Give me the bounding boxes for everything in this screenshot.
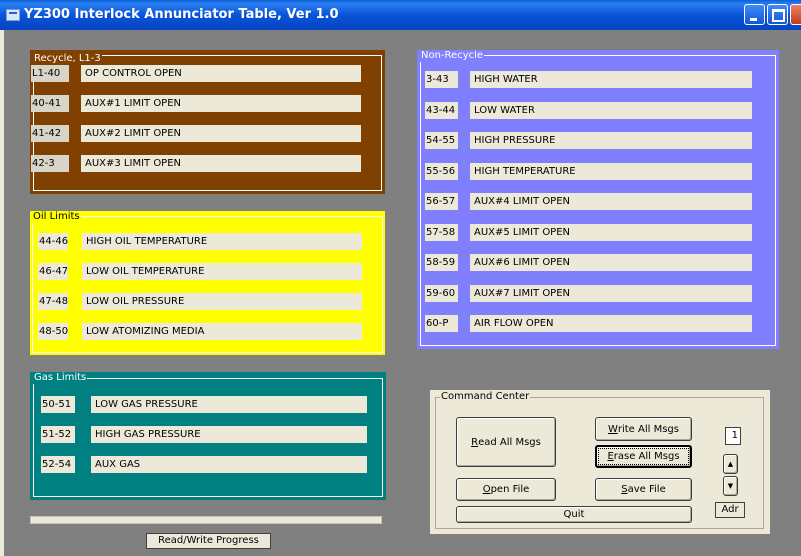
oil-row: 44-46 HIGH OIL TEMPERATURE (38, 233, 362, 250)
app-icon (6, 9, 20, 21)
gas-row: 51-52 HIGH GAS PRESSURE (41, 426, 367, 443)
interlock-terminal-label: 60-P (425, 315, 458, 332)
write-all-rest: rite All Msgs (617, 423, 679, 435)
read-all-rest: ead All Msgs (478, 436, 541, 448)
nonrecycle-row: 57-58 AUX#5 LIMIT OPEN (425, 223, 752, 241)
interlock-message-field[interactable]: HIGH TEMPERATURE (470, 162, 752, 180)
address-label: Adr (715, 502, 745, 518)
oil-row: 48-50 LOW ATOMIZING MEDIA (38, 323, 362, 340)
interlock-terminal-label: 46-47 (38, 263, 68, 280)
non-recycle-panel: Non-Recycle 3-43 HIGH WATER 43-44 LOW WATER… (417, 50, 779, 349)
interlock-terminal-label: 50-51 (41, 396, 75, 413)
address-spin-up-button[interactable]: ▲ (723, 454, 738, 474)
interlock-message-field[interactable]: LOW GAS PRESSURE (91, 396, 367, 413)
interlock-terminal-label: 56-57 (425, 193, 458, 210)
save-file-button[interactable]: Save File (595, 478, 692, 501)
interlock-terminal-label: 43-44 (425, 101, 458, 119)
interlock-message-field[interactable]: HIGH OIL TEMPERATURE (82, 233, 362, 250)
interlock-terminal-label: 51-52 (41, 426, 75, 443)
interlock-terminal-label: 41-42 (31, 125, 69, 142)
nonrecycle-row: 59-60 AUX#7 LIMIT OPEN (425, 284, 752, 302)
recycle-row: 40-41 AUX#1 LIMIT OPEN (31, 95, 361, 112)
quit-button[interactable]: Quit (456, 506, 692, 523)
interlock-terminal-label: 47-48 (38, 293, 68, 310)
erase-all-msgs-button[interactable]: Erase All Msgs (595, 445, 692, 468)
progress-bar (30, 516, 382, 524)
interlock-message-field[interactable]: AIR FLOW OPEN (470, 315, 752, 332)
recycle-row: 42-3 AUX#3 LIMIT OPEN (31, 155, 361, 172)
nonrecycle-row: 58-59 AUX#6 LIMIT OPEN (425, 254, 752, 271)
interlock-message-field[interactable]: HIGH PRESSURE (470, 132, 752, 149)
open-file-button[interactable]: Open File (456, 478, 556, 501)
oil-row: 46-47 LOW OIL TEMPERATURE (38, 263, 362, 280)
gas-limits-legend: Gas Limits (33, 372, 88, 384)
address-spin-down-button[interactable]: ▼ (723, 476, 738, 496)
interlock-message-field[interactable]: AUX#5 LIMIT OPEN (470, 223, 752, 241)
oil-limits-panel: Oil Limits 44-46 HIGH OIL TEMPERATURE 46-4… (30, 211, 385, 355)
interlock-message-field[interactable]: AUX#1 LIMIT OPEN (81, 95, 361, 112)
interlock-message-field[interactable]: AUX#2 LIMIT OPEN (81, 125, 361, 142)
save-file-rest: ave File (627, 484, 666, 495)
nonrecycle-row: 56-57 AUX#4 LIMIT OPEN (425, 193, 752, 210)
interlock-terminal-label: 40-41 (31, 95, 69, 112)
interlock-terminal-label: 42-3 (31, 155, 69, 172)
oil-limits-legend: Oil Limits (32, 211, 81, 223)
address-value-box: 1 (725, 427, 741, 445)
command-center-panel: Command Center Read All Msgs Write All M… (430, 390, 770, 534)
read-all-hotkey: R (471, 436, 479, 448)
nonrecycle-row: 54-55 HIGH PRESSURE (425, 132, 752, 149)
interlock-message-field[interactable]: AUX#4 LIMIT OPEN (470, 193, 752, 210)
window-client: Recycle, L1-3 L1-40 OP CONTROL OPEN 40-41 A… (4, 30, 801, 556)
recycle-legend: Recycle, L1-3 (33, 53, 102, 65)
gas-row: 52-54 AUX GAS (41, 456, 367, 473)
gas-limits-panel: Gas Limits 50-51 LOW GAS PRESSURE 51-52 HIG… (30, 372, 386, 500)
interlock-terminal-label: 57-58 (425, 223, 458, 241)
interlock-message-field[interactable]: AUX#3 LIMIT OPEN (81, 155, 361, 172)
recycle-panel: Recycle, L1-3 L1-40 OP CONTROL OPEN 40-41 A… (30, 50, 385, 194)
recycle-row: 41-42 AUX#2 LIMIT OPEN (31, 125, 361, 142)
read-all-msgs-button[interactable]: Read All Msgs (456, 417, 556, 467)
interlock-terminal-label: 58-59 (425, 254, 458, 271)
gas-row: 50-51 LOW GAS PRESSURE (41, 396, 367, 413)
interlock-terminal-label: 44-46 (38, 233, 68, 250)
interlock-terminal-label: 52-54 (41, 456, 75, 473)
write-all-msgs-button[interactable]: Write All Msgs (595, 417, 692, 441)
interlock-message-field[interactable]: LOW OIL TEMPERATURE (82, 263, 362, 280)
command-center-legend: Command Center (440, 391, 531, 403)
interlock-message-field[interactable]: AUX GAS (91, 456, 367, 473)
close-button[interactable] (790, 4, 801, 25)
interlock-terminal-label: 3-43 (425, 71, 458, 88)
interlock-message-field[interactable]: AUX#7 LIMIT OPEN (470, 284, 752, 302)
interlock-terminal-label: 59-60 (425, 284, 458, 302)
interlock-message-field[interactable]: AUX#6 LIMIT OPEN (470, 254, 752, 271)
interlock-message-field[interactable]: LOW OIL PRESSURE (82, 293, 362, 310)
non-recycle-legend: Non-Recycle (420, 50, 485, 62)
nonrecycle-row: 3-43 HIGH WATER (425, 71, 752, 88)
interlock-message-field[interactable]: HIGH GAS PRESSURE (91, 426, 367, 443)
window-title: YZ300 Interlock Annunciator Table, Ver 1… (24, 7, 339, 22)
interlock-terminal-label: 54-55 (425, 132, 458, 149)
open-file-hotkey: O (482, 484, 491, 495)
minimize-button[interactable] (744, 4, 765, 25)
title-bar[interactable]: YZ300 Interlock Annunciator Table, Ver 1… (0, 0, 801, 30)
interlock-terminal-label: 48-50 (38, 323, 68, 340)
interlock-terminal-label: L1-40 (31, 65, 69, 82)
progress-label: Read/Write Progress (146, 533, 271, 549)
nonrecycle-row: 43-44 LOW WATER (425, 101, 752, 119)
nonrecycle-row: 60-P AIR FLOW OPEN (425, 315, 752, 332)
interlock-message-field[interactable]: HIGH WATER (470, 71, 752, 88)
erase-all-rest: rase All Msgs (613, 451, 680, 462)
interlock-terminal-label: 55-56 (425, 162, 458, 180)
oil-row: 47-48 LOW OIL PRESSURE (38, 293, 362, 310)
maximize-button[interactable] (767, 4, 788, 25)
interlock-message-field[interactable]: LOW WATER (470, 101, 752, 119)
interlock-message-field[interactable]: LOW ATOMIZING MEDIA (82, 323, 362, 340)
open-file-rest: pen File (490, 484, 530, 495)
write-all-hotkey: W (607, 423, 618, 435)
interlock-message-field[interactable]: OP CONTROL OPEN (81, 65, 361, 82)
nonrecycle-row: 55-56 HIGH TEMPERATURE (425, 162, 752, 180)
recycle-row: L1-40 OP CONTROL OPEN (31, 65, 361, 82)
